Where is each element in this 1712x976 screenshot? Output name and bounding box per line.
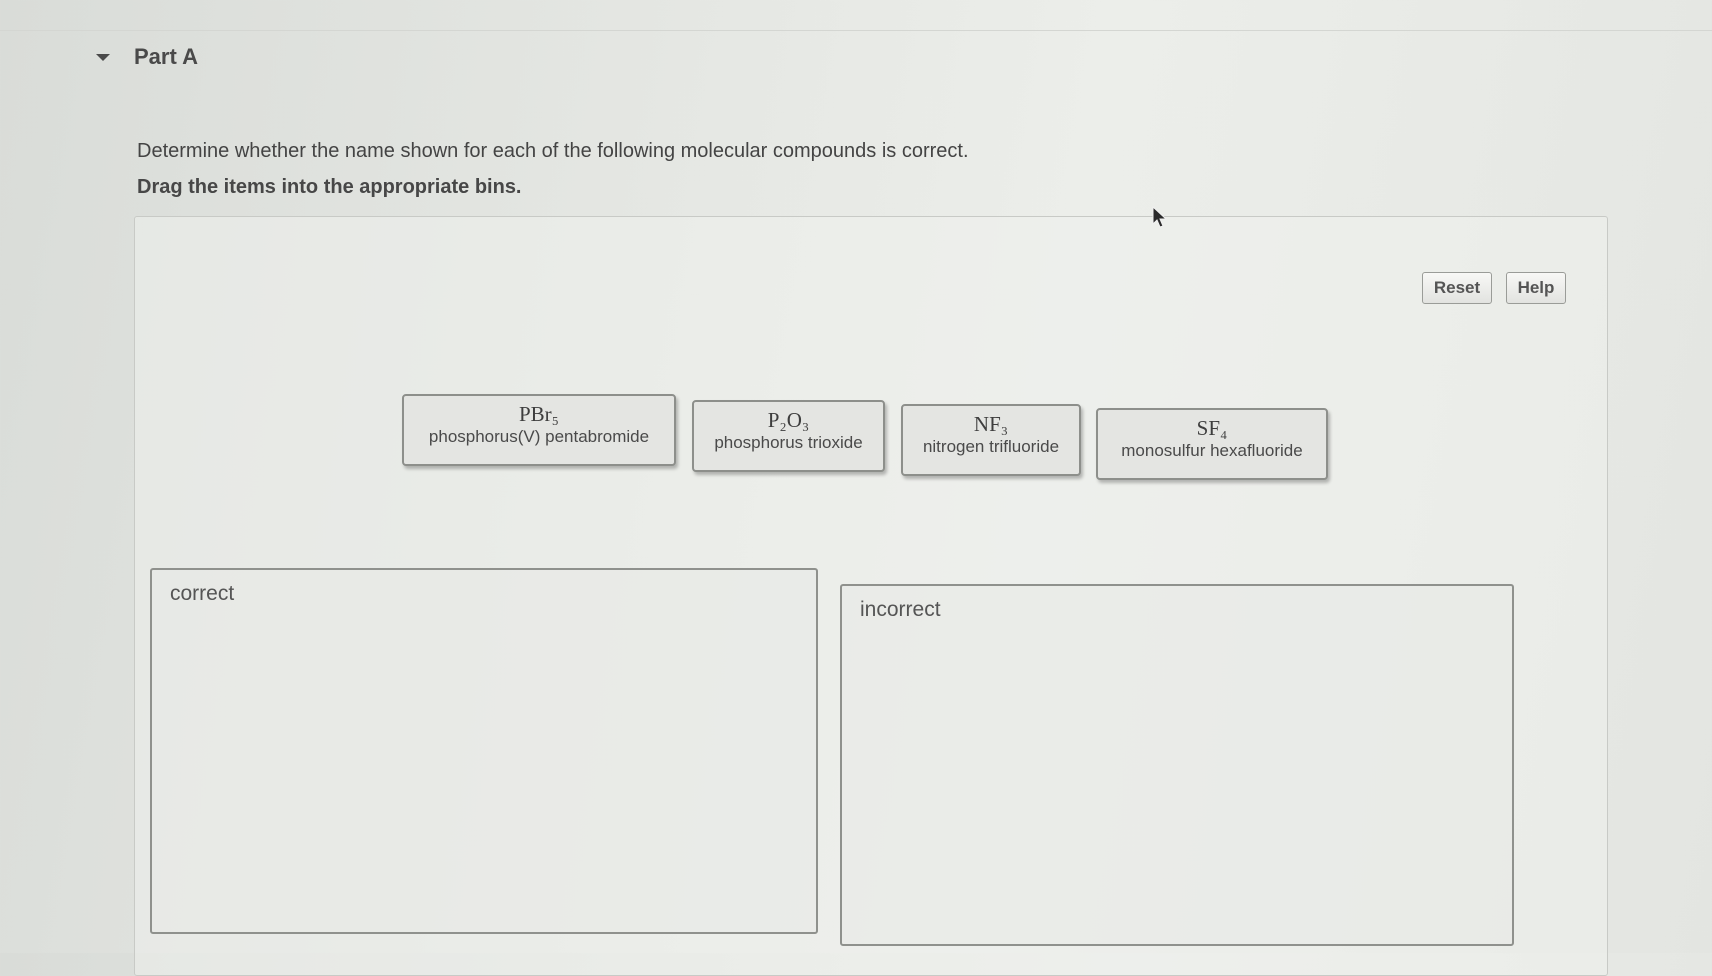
item-name: phosphorus(V) pentabromide <box>428 427 650 446</box>
bin-label: incorrect <box>860 598 941 621</box>
caret-down-icon[interactable] <box>96 53 110 61</box>
item-formula: P₂O₃ <box>767 408 810 432</box>
drag-instruction: Drag the items into the appropriate bins… <box>137 176 522 198</box>
draggable-item-p2o3[interactable]: P₂O₃ phosphorus trioxide <box>692 400 885 472</box>
draggable-item-pbr5[interactable]: PBr₅ phosphorus(V) pentabromide <box>402 394 676 466</box>
bin-incorrect[interactable]: incorrect <box>840 584 1514 946</box>
help-button[interactable]: Help <box>1506 272 1566 304</box>
draggable-item-nf3[interactable]: NF₃ nitrogen trifluoride <box>901 404 1081 476</box>
bin-correct[interactable]: correct <box>150 568 818 934</box>
header-divider <box>0 30 1712 31</box>
item-name: monosulfur hexafluoride <box>1121 441 1303 460</box>
item-formula: NF₃ <box>973 412 1009 436</box>
item-formula: PBr₅ <box>518 402 559 426</box>
part-title: Part A <box>134 44 198 69</box>
item-name: phosphorus trioxide <box>714 433 863 452</box>
instruction-text: Determine whether the name shown for eac… <box>137 140 969 162</box>
draggable-item-sf4[interactable]: SF₄ monosulfur hexafluoride <box>1096 408 1328 480</box>
mouse-cursor-icon <box>1152 206 1168 228</box>
item-name: nitrogen trifluoride <box>922 437 1060 456</box>
item-formula: SF₄ <box>1196 416 1228 440</box>
reset-button[interactable]: Reset <box>1422 272 1492 304</box>
bin-label: correct <box>170 582 235 605</box>
part-header[interactable]: Part A <box>96 44 198 70</box>
